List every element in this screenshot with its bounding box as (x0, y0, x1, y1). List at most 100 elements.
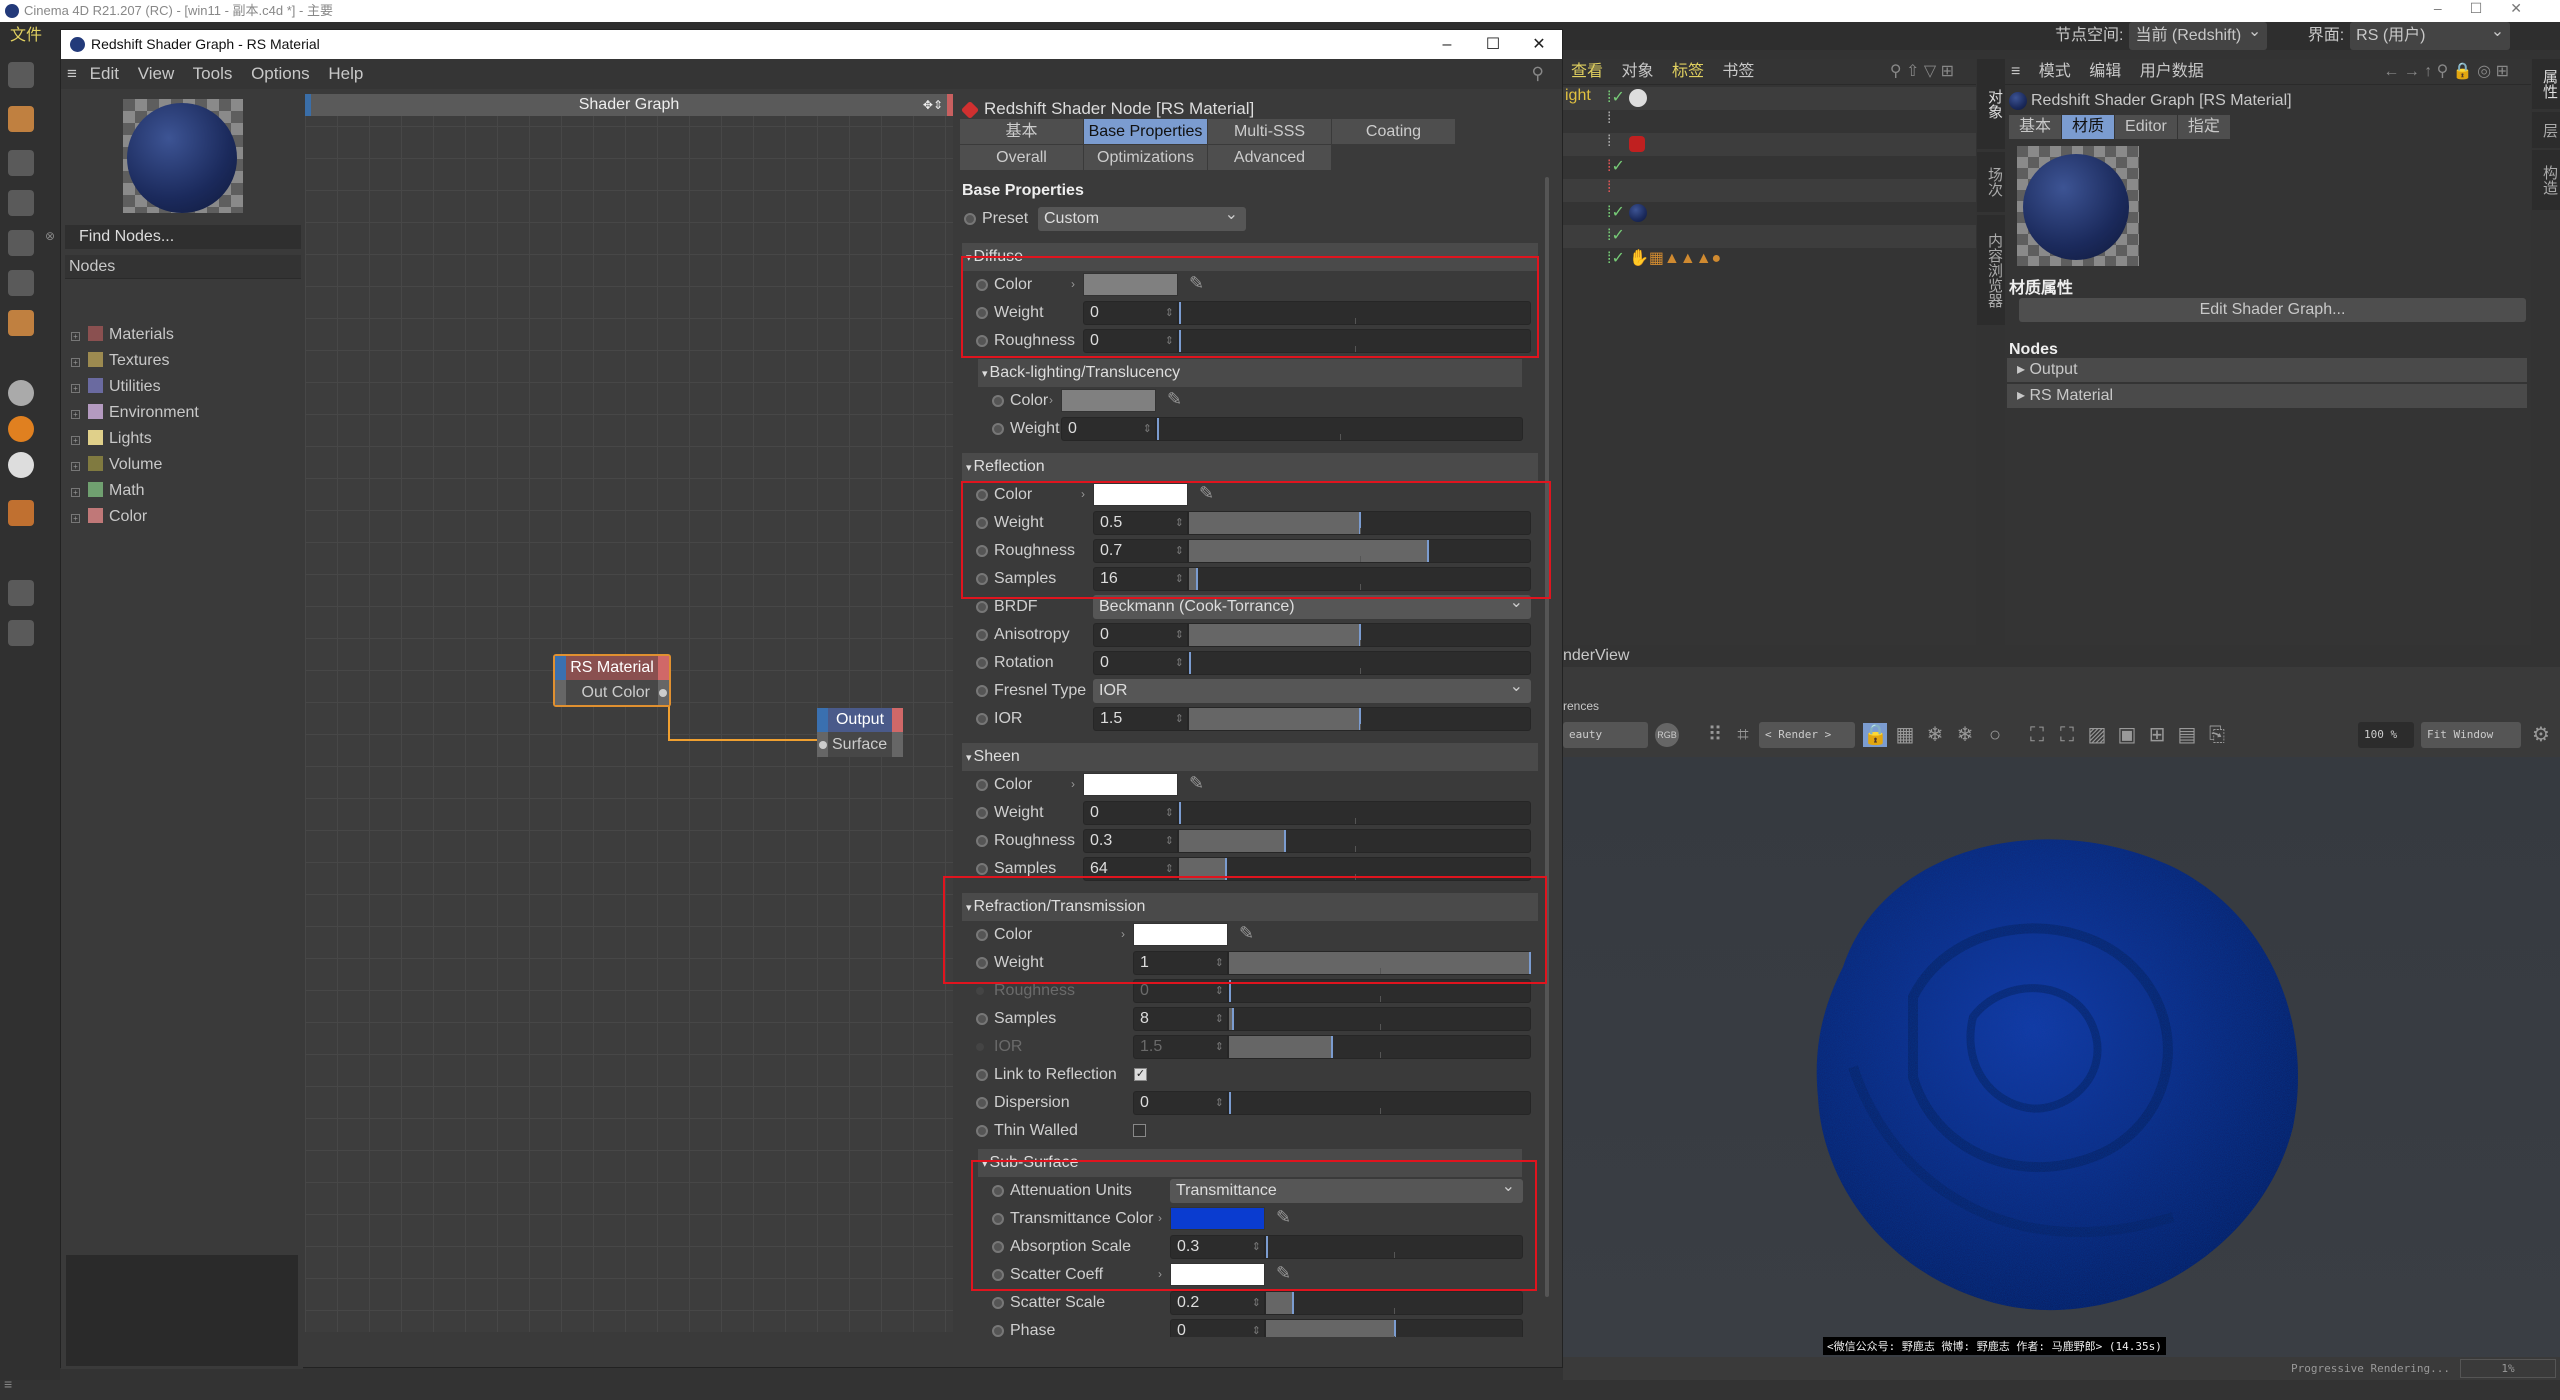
expand-arrow-icon[interactable]: › (1049, 387, 1053, 413)
input-port-icon[interactable] (819, 741, 827, 749)
undo-icon[interactable] (8, 62, 34, 88)
polygon-icon[interactable] (8, 310, 34, 336)
zoom-input[interactable]: 100 % (2358, 722, 2414, 748)
samples-slider[interactable] (1228, 1007, 1531, 1031)
ior-slider[interactable] (1188, 707, 1531, 731)
slider-handle[interactable] (1179, 330, 1181, 352)
node-category-lights[interactable]: + Lights (71, 427, 152, 451)
eyedropper-icon[interactable]: ✎ (1199, 483, 1214, 504)
node-output[interactable]: Output Surface (817, 708, 903, 757)
eyedropper-icon[interactable]: ✎ (1189, 273, 1204, 294)
keyframe-radio-icon[interactable] (992, 1213, 1004, 1225)
keyframe-radio-icon[interactable] (992, 1185, 1004, 1197)
thin-walled-checkbox[interactable] (1133, 1124, 1146, 1137)
clear-search-icon[interactable]: ⊗ (45, 229, 55, 243)
roughness-slider[interactable] (1178, 829, 1531, 853)
dispersion-slider[interactable] (1228, 1091, 1531, 1115)
tab-overall[interactable]: Overall (960, 145, 1084, 170)
object-row[interactable]: ⁞✓ (1563, 202, 1976, 225)
hamburger-icon[interactable]: ≡ (67, 64, 77, 83)
menu-options[interactable]: Options (251, 64, 310, 83)
roughness-input[interactable]: 0 (1083, 329, 1178, 353)
collapse-triangle-icon[interactable]: ▾ (966, 252, 972, 264)
collapse-triangle-icon[interactable]: ▾ (982, 368, 988, 380)
roughness-input[interactable]: 0.3 (1083, 829, 1178, 853)
node-category-textures[interactable]: + Textures (71, 349, 169, 373)
aov-dropdown[interactable]: eauty (1563, 722, 1648, 748)
grid-icon[interactable]: ▦ (1893, 723, 1917, 747)
snapshot-icon[interactable]: ▣ (2115, 723, 2139, 747)
node-space-dropdown[interactable]: 当前 (Redshift) (2129, 18, 2268, 50)
tab--[interactable]: 基本 (960, 119, 1084, 144)
keyframe-radio-icon[interactable] (976, 987, 984, 995)
object-row[interactable]: ⁞ (1563, 133, 1976, 156)
close-button[interactable]: ✕ (1516, 30, 1562, 59)
menu-objects-cn[interactable]: 对象 (1621, 63, 1653, 80)
visibility-dots-icon[interactable]: ⁞ (1607, 179, 1611, 197)
keyframe-radio-icon[interactable] (992, 1241, 1004, 1253)
node-category-utilities[interactable]: + Utilities (71, 375, 161, 399)
attr-tab-3[interactable]: 指定 (2177, 115, 2230, 139)
object-row[interactable]: ight ⁞✓ (1563, 87, 1976, 110)
menu-tags-cn[interactable]: 标签 (1672, 63, 1704, 80)
props-scrollbar[interactable] (1545, 177, 1549, 1297)
keyframe-radio-icon[interactable] (976, 1013, 988, 1025)
visibility-check-icon[interactable]: ⁞✓ (1607, 87, 1625, 107)
tag-icons[interactable]: ✋▦▲▲▲● (1629, 248, 1721, 268)
slider-handle[interactable] (1232, 1008, 1234, 1030)
keyframe-radio-icon[interactable] (976, 807, 988, 819)
color-color-swatch[interactable] (1093, 483, 1188, 506)
menu-view[interactable]: View (138, 64, 175, 83)
dispersion-input[interactable]: 0 (1133, 1091, 1228, 1115)
weight-slider[interactable] (1188, 511, 1531, 535)
find-nodes-input[interactable]: Find Nodes... (65, 225, 301, 249)
circle-icon[interactable]: ○ (1983, 723, 2007, 747)
tab-takes[interactable]: 场次 (1977, 152, 2005, 212)
keyframe-radio-icon[interactable] (976, 573, 988, 585)
dither-icon[interactable]: ⠿ (1703, 723, 1727, 747)
tab-content-browser[interactable]: 内容浏览器 (1977, 215, 2005, 325)
material-tag-icon[interactable] (1629, 204, 1647, 222)
menu-userdata-cn[interactable]: 用户数据 (2140, 63, 2204, 80)
visibility-check-icon[interactable]: ⁞✓ (1607, 225, 1625, 245)
phase-input[interactable]: 0 (1170, 1319, 1265, 1337)
color-color-swatch[interactable] (1083, 773, 1178, 796)
attenuation-units-dropdown[interactable]: Transmittance (1170, 1175, 1523, 1203)
keyframe-radio-icon[interactable] (976, 335, 988, 347)
transmittance-color-color-swatch[interactable] (1170, 1207, 1265, 1230)
tab-multi-sss[interactable]: Multi-SSS (1208, 119, 1332, 144)
object-row[interactable]: ⁞✓ (1563, 156, 1976, 179)
menu-help[interactable]: Help (328, 64, 363, 83)
gear-icon[interactable]: ⚙ (2529, 723, 2553, 747)
keyframe-radio-icon[interactable] (964, 213, 976, 225)
expand-arrow-icon[interactable]: › (1081, 481, 1085, 507)
visibility-dots-icon[interactable]: ⁞ (1607, 133, 1611, 151)
menu-file[interactable]: 文件 (10, 27, 42, 44)
collapse-triangle-icon[interactable]: ▾ (982, 1158, 988, 1170)
node-rs-material[interactable]: RS Material Out Color (553, 654, 671, 707)
tab-attributes[interactable]: 属性 (2532, 59, 2560, 109)
anisotropy-slider[interactable] (1188, 623, 1531, 647)
keyframe-radio-icon[interactable] (976, 601, 988, 613)
menu-tools[interactable]: Tools (193, 64, 233, 83)
slider-handle[interactable] (1427, 540, 1429, 562)
magnet-icon[interactable] (8, 500, 34, 526)
keyframe-radio-icon[interactable] (976, 1097, 988, 1109)
anisotropy-input[interactable]: 0 (1093, 623, 1188, 647)
keyframe-radio-icon[interactable] (976, 685, 988, 697)
weight-input[interactable]: 0.5 (1093, 511, 1188, 535)
weight-input[interactable]: 0 (1083, 301, 1178, 325)
rotation-slider[interactable] (1188, 651, 1531, 675)
hamburger-icon[interactable]: ≡ (2011, 63, 2020, 80)
slider-handle[interactable] (1529, 952, 1531, 974)
section-header-backlight[interactable]: ▾ Back-lighting/Translucency (978, 359, 1522, 387)
absorption-scale-input[interactable]: 0.3 (1170, 1235, 1265, 1259)
slider-handle[interactable] (1229, 980, 1231, 1002)
section-header-subsurface[interactable]: ▾ Sub-Surface (978, 1149, 1522, 1177)
keyframe-radio-icon[interactable] (976, 545, 988, 557)
menu-bookmarks-cn[interactable]: 书签 (1722, 63, 1754, 80)
samples-input[interactable]: 16 (1093, 567, 1188, 591)
expand-icon[interactable]: + (71, 488, 80, 497)
attr-tab-2[interactable]: Editor (2115, 115, 2177, 139)
brdf-dropdown[interactable]: Beckmann (Cook-Torrance) (1093, 591, 1531, 619)
